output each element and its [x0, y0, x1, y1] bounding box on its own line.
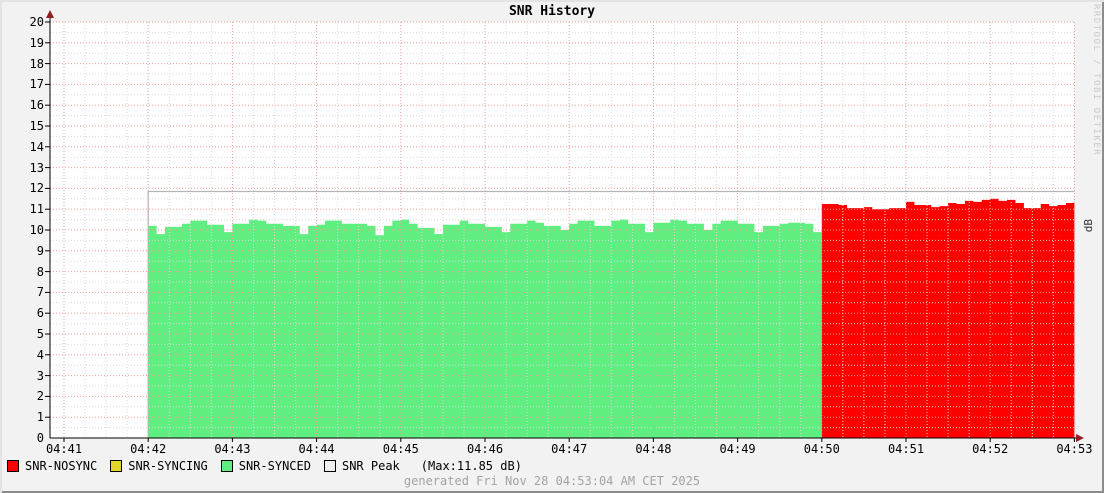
- chart-title: SNR History: [508, 4, 596, 19]
- y-tick-label: 1: [36, 410, 44, 425]
- y-tick-label: 3: [36, 368, 44, 383]
- legend-label: SNR-NOSYNC: [25, 459, 98, 473]
- x-tick-label: 04:45: [382, 442, 419, 456]
- y-tick-label: 7: [36, 285, 44, 300]
- area-snr-nosync: [821, 198, 1075, 438]
- y-tick-label: 8: [36, 264, 44, 279]
- x-tick-label: 04:52: [972, 442, 1009, 456]
- y-axis-unit-label: dB: [1082, 219, 1095, 233]
- snr-history-plot: [45, 10, 1084, 442]
- rrdtool-graph: SNR History 0 1 2 3 4 5 6 7 8 9 10 11 12 13 14 15 16 17 18…: [0, 0, 1104, 493]
- y-tick-label: 15: [29, 119, 44, 133]
- y-tick-label: 6: [36, 306, 44, 321]
- y-tick-label: 14: [29, 139, 44, 154]
- x-tick-label: 04:53: [1056, 442, 1093, 456]
- x-tick-label: 04:42: [130, 442, 167, 456]
- y-tick-label: 19: [29, 35, 44, 50]
- x-tick-label: 04:44: [298, 442, 335, 456]
- y-tick-label: 18: [29, 56, 44, 71]
- y-tick-label: 9: [36, 243, 44, 258]
- legend-item-snr-nosync: SNR-NOSYNC: [7, 459, 97, 473]
- x-tick-label: 04:47: [551, 442, 588, 456]
- y-tick-label: 4: [36, 347, 44, 362]
- legend-label: SNR Peak: [341, 459, 400, 473]
- legend-swatch-green: [220, 460, 233, 472]
- legend-label: SNR-SYNCED: [238, 459, 311, 473]
- x-axis-arrow: [1076, 434, 1084, 442]
- x-tick-label: 04:48: [635, 442, 672, 456]
- y-tick-label: 11: [29, 202, 44, 217]
- max-value-note: (Max:11.85 dB): [420, 459, 522, 473]
- generated-timestamp: generated Fri Nov 28 04:53:04 AM CET 202…: [403, 474, 701, 488]
- x-tick-label: 04:50: [803, 442, 840, 456]
- legend-item-snr-syncing: SNR-SYNCING: [110, 459, 208, 473]
- y-tick-label: 16: [29, 98, 44, 113]
- x-tick-label: 04:49: [719, 442, 756, 456]
- y-tick-label: 5: [36, 327, 44, 341]
- legend-swatch-yellow: [110, 460, 123, 472]
- y-tick-label: 2: [36, 389, 44, 404]
- x-tick-label: 04:51: [887, 442, 925, 456]
- x-tick-label: 04:41: [45, 442, 83, 456]
- rrdtool-watermark: RRDTOOL / TOBI OETIKER: [1091, 4, 1101, 157]
- x-tick-label: 04:46: [466, 442, 504, 456]
- legend-swatch-red: [7, 460, 19, 472]
- legend-item-snr-peak: SNR Peak: [323, 459, 400, 473]
- legend-item-snr-synced: SNR-SYNCED: [220, 459, 311, 473]
- legend: SNR-NOSYNC SNR-SYNCING SNR-SYNCED SNR Pe…: [7, 459, 522, 473]
- y-tick-label: 10: [29, 223, 44, 237]
- y-tick-label: 13: [29, 160, 44, 175]
- y-tick-label: 17: [29, 77, 44, 92]
- y-tick-label: 20: [29, 15, 44, 29]
- legend-label: SNR-SYNCING: [128, 459, 208, 473]
- x-tick-label: 04:43: [214, 442, 251, 456]
- legend-swatch-gray: [323, 460, 336, 472]
- y-tick-label: 12: [29, 181, 44, 196]
